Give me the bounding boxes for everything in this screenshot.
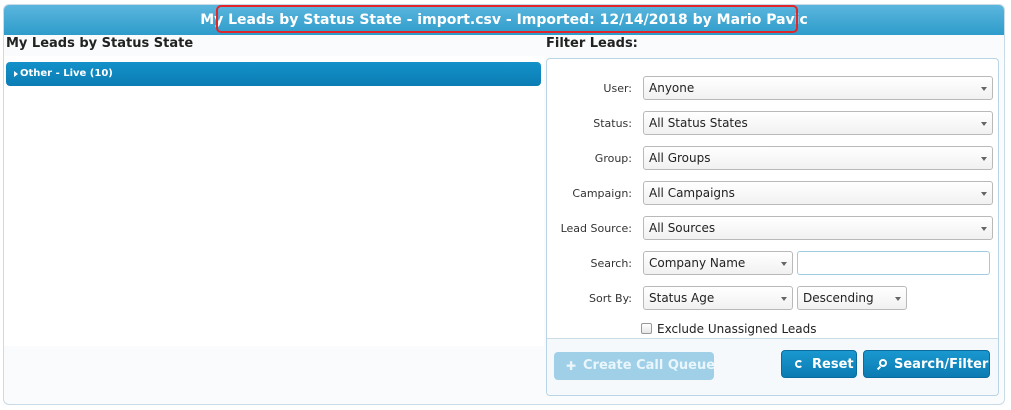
plus-icon: ✚ (566, 359, 577, 373)
chevron-down-icon (981, 87, 987, 91)
exclude-unassigned-checkbox[interactable] (641, 323, 652, 334)
user-select[interactable]: Anyone (643, 76, 993, 100)
refresh-icon (795, 360, 803, 368)
status-group-row[interactable]: Other - Live (10) (6, 62, 541, 86)
status-select-value: All Status States (649, 116, 748, 130)
create-call-queue-button[interactable]: ✚ Create Call Queue (554, 352, 716, 380)
status-label: Status: (593, 117, 632, 130)
search-field-value: Company Name (649, 256, 746, 270)
user-select-value: Anyone (649, 81, 695, 95)
status-group-label: Other - Live (10) (20, 68, 113, 79)
filter-panel: User: Anyone Status: All Status States G… (546, 58, 999, 396)
filter-header: Filter Leads: (546, 36, 638, 51)
search-input[interactable] (797, 251, 990, 275)
caret-right-icon (14, 71, 18, 77)
leads-list-area (4, 56, 544, 346)
sort-field-select[interactable]: Status Age (643, 286, 793, 310)
group-select[interactable]: All Groups (643, 146, 993, 170)
sort-field-value: Status Age (649, 291, 715, 305)
title-highlight-box (216, 5, 798, 33)
campaign-row: Campaign: All Campaigns (547, 181, 998, 207)
chevron-down-icon (781, 262, 787, 266)
chevron-down-icon (781, 297, 787, 301)
search-field-select[interactable]: Company Name (643, 251, 793, 275)
user-row: User: Anyone (547, 76, 998, 102)
reset-button[interactable]: Reset (781, 350, 857, 378)
lead-source-row: Lead Source: All Sources (547, 216, 998, 242)
chevron-down-icon (981, 227, 987, 231)
title-bar: My Leads by Status State - import.csv - … (4, 5, 1004, 35)
search-filter-label: Search/Filter (894, 357, 989, 372)
campaign-select[interactable]: All Campaigns (643, 181, 993, 205)
search-label: Search: (590, 257, 633, 270)
user-label: User: (603, 82, 632, 95)
group-label: Group: (594, 152, 632, 165)
search-icon (879, 359, 887, 367)
campaign-select-value: All Campaigns (649, 186, 735, 200)
sort-label: Sort By: (588, 292, 632, 305)
chevron-down-icon (981, 192, 987, 196)
filter-footer: ✚ Create Call Queue Reset Search/Filter (547, 338, 998, 395)
lead-source-select[interactable]: All Sources (643, 216, 993, 240)
sort-row: Sort By: Status Age Descending (547, 286, 998, 312)
exclude-unassigned-label: Exclude Unassigned Leads (657, 322, 817, 336)
create-call-queue-label: Create Call Queue (583, 358, 716, 373)
campaign-label: Campaign: (572, 187, 632, 200)
sort-order-value: Descending (803, 291, 874, 305)
group-select-value: All Groups (649, 151, 711, 165)
reset-label: Reset (812, 357, 854, 372)
status-select[interactable]: All Status States (643, 111, 993, 135)
lead-source-label: Lead Source: (560, 222, 632, 235)
group-row: Group: All Groups (547, 146, 998, 172)
chevron-down-icon (895, 297, 901, 301)
sort-order-select[interactable]: Descending (797, 286, 907, 310)
chevron-down-icon (981, 122, 987, 126)
lead-source-select-value: All Sources (649, 221, 716, 235)
left-panel-header: My Leads by Status State (6, 36, 194, 51)
status-row: Status: All Status States (547, 111, 998, 137)
search-filter-button[interactable]: Search/Filter (863, 350, 990, 378)
search-row: Search: Company Name (547, 251, 998, 277)
chevron-down-icon (981, 157, 987, 161)
